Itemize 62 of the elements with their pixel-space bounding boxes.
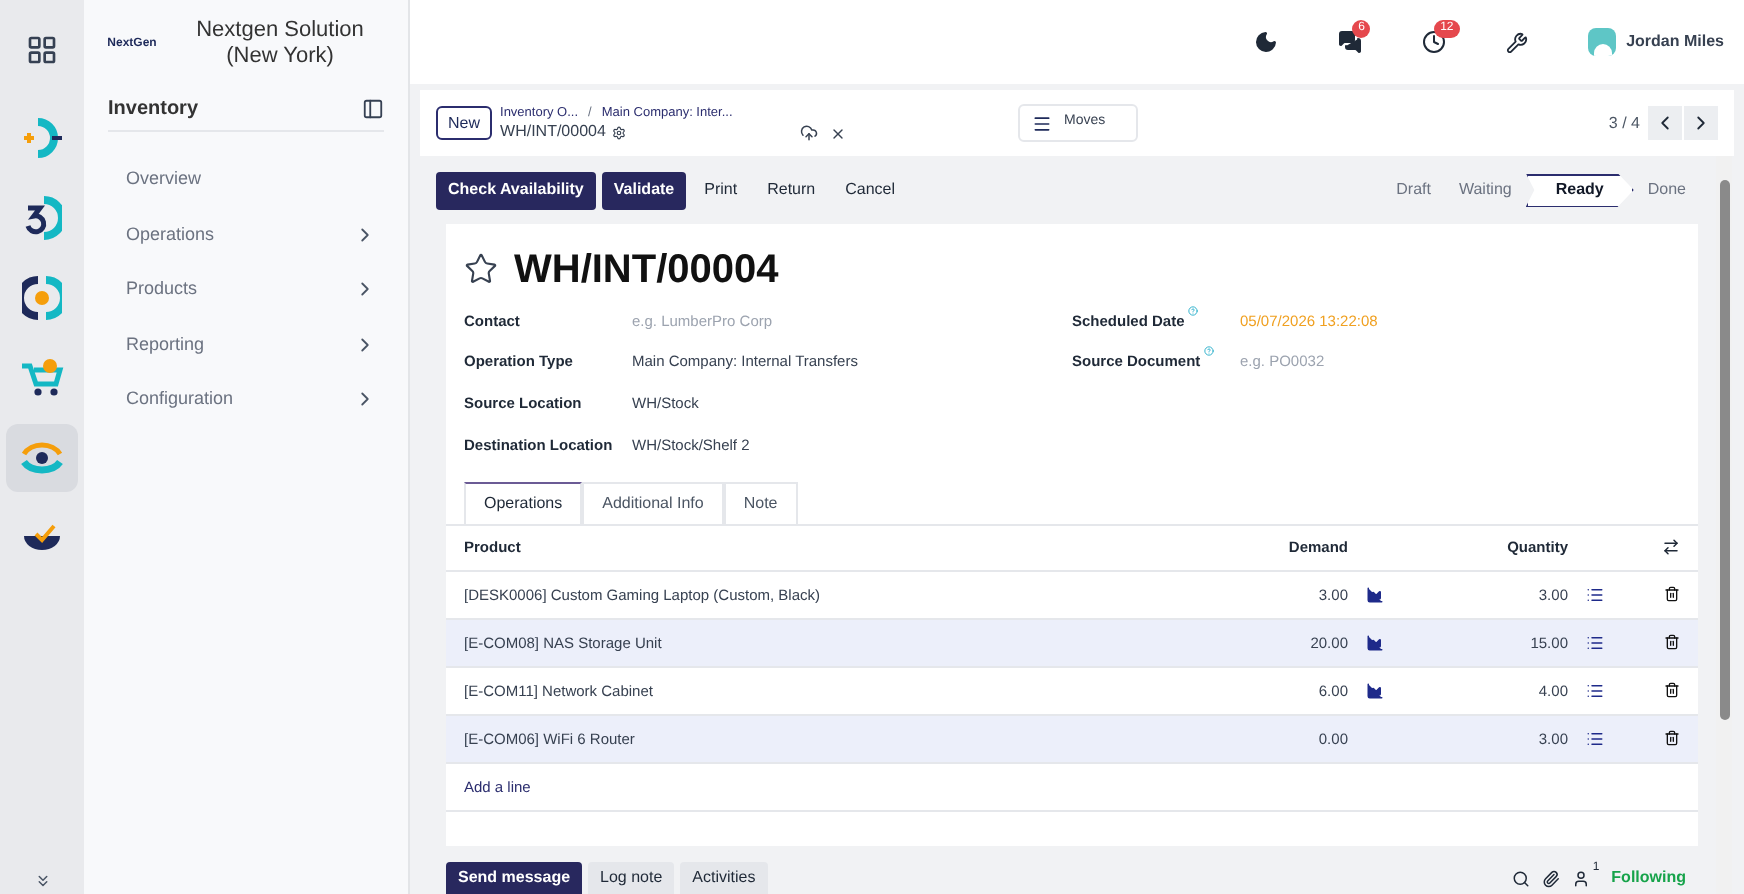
- details-list-icon[interactable]: [1586, 633, 1604, 652]
- cart-app-icon[interactable]: [20, 358, 64, 398]
- status-stage[interactable]: Waiting: [1444, 173, 1526, 207]
- expand-icon[interactable]: [33, 872, 51, 890]
- menu-icon: [1032, 113, 1053, 133]
- sidebar-toggle-icon[interactable]: [362, 98, 384, 120]
- next-button[interactable]: [1684, 106, 1718, 140]
- form-tab[interactable]: Additional Info: [582, 481, 724, 524]
- plus-minus-app-icon[interactable]: [20, 118, 64, 158]
- action-button[interactable]: Print: [692, 171, 750, 209]
- record-name: WH/INT/00004: [500, 122, 606, 142]
- eye-app-icon[interactable]: [20, 438, 64, 478]
- chatter-button[interactable]: Send message: [446, 862, 583, 894]
- sidebar-item[interactable]: Operations: [84, 207, 408, 262]
- favorite-star-icon[interactable]: [464, 252, 498, 286]
- settings-icon[interactable]: [611, 125, 626, 139]
- details-list-icon[interactable]: [1586, 585, 1604, 604]
- search-icon[interactable]: [1512, 869, 1531, 887]
- details-list-icon[interactable]: [1586, 681, 1604, 700]
- action-button[interactable]: Cancel: [833, 171, 908, 209]
- new-button[interactable]: New: [436, 106, 493, 140]
- clock-icon[interactable]: [1422, 30, 1447, 54]
- save-icon[interactable]: [800, 124, 819, 142]
- paperclip-icon[interactable]: [1542, 869, 1561, 887]
- delete-icon[interactable]: [1664, 585, 1680, 602]
- sidebar-item[interactable]: Overview: [84, 152, 408, 207]
- pager: 3 / 4: [1608, 111, 1640, 135]
- record-title: WH/INT/00004: [514, 249, 779, 289]
- sidebar-title: Inventory: [108, 96, 199, 124]
- three-app-icon[interactable]: [22, 196, 62, 240]
- status-stage[interactable]: Done: [1633, 173, 1700, 207]
- form-tab[interactable]: Operations: [464, 481, 583, 524]
- tools-icon[interactable]: [1506, 31, 1529, 53]
- company-name: Nextgen Solution (New York): [194, 18, 366, 70]
- action-button[interactable]: Validate: [601, 171, 687, 209]
- coin-app-icon[interactable]: [22, 276, 62, 320]
- user-name[interactable]: Jordan Miles: [1626, 30, 1724, 54]
- status-stage[interactable]: Ready: [1525, 173, 1634, 207]
- details-list-icon[interactable]: [1586, 729, 1604, 748]
- moon-icon[interactable]: [1254, 30, 1279, 54]
- status-stage[interactable]: Draft: [1382, 173, 1445, 207]
- forecast-chart-icon[interactable]: [1366, 681, 1384, 700]
- forecast-chart-icon[interactable]: [1366, 633, 1384, 652]
- sidebar-item[interactable]: Configuration: [84, 372, 408, 427]
- chatter-button[interactable]: Log note: [588, 862, 675, 894]
- action-button[interactable]: Return: [755, 171, 828, 209]
- bowl-app-icon[interactable]: [20, 522, 64, 554]
- delete-icon[interactable]: [1664, 729, 1680, 746]
- followers-icon[interactable]: [1572, 869, 1591, 887]
- sidebar-item[interactable]: Reporting: [84, 317, 408, 372]
- delete-icon[interactable]: [1664, 633, 1680, 650]
- form-tab[interactable]: Note: [723, 481, 798, 524]
- sidebar-item[interactable]: Products: [84, 262, 408, 317]
- previous-button[interactable]: [1648, 106, 1682, 140]
- apps-menu-icon[interactable]: [26, 34, 58, 66]
- column-settings-icon[interactable]: [1662, 538, 1680, 557]
- chatter-button[interactable]: Activities: [680, 862, 768, 894]
- discard-icon[interactable]: [830, 125, 847, 141]
- delete-icon[interactable]: [1664, 681, 1680, 698]
- messages-icon[interactable]: [1338, 30, 1363, 54]
- action-button[interactable]: Check Availability: [436, 171, 596, 209]
- forecast-chart-icon[interactable]: [1366, 585, 1384, 604]
